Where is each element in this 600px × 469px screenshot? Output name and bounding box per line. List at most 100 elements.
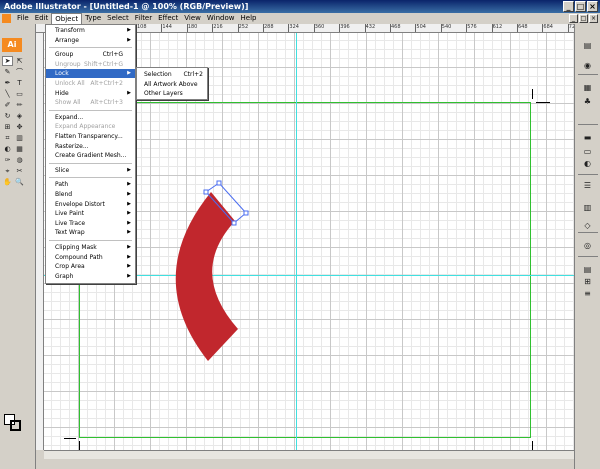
stroke-swatch[interactable] [10,420,21,431]
doc-close-button[interactable]: × [589,14,598,23]
rectangle-tool-icon[interactable]: ▭ [14,89,25,99]
lock-submenu-item-other-layers[interactable]: Other Layers [137,89,207,98]
direct-selection-tool-icon[interactable]: ⇱ [14,56,25,66]
object-menu-item-live-paint[interactable]: Live Paint ▶ [46,209,135,218]
selection-handle[interactable] [243,210,249,216]
blend-tool-icon[interactable]: ◍ [14,155,25,165]
symbols-panel-icon[interactable]: ♣ [582,96,593,107]
menu-window[interactable]: Window [204,13,238,24]
gradient-tool-icon[interactable]: ◐ [2,144,13,154]
paintbrush-tool-icon[interactable]: ✐ [2,100,13,110]
zoom-tool-icon[interactable]: 🔍 [14,177,25,187]
menu-view[interactable]: View [181,13,204,24]
lock-submenu: Selection Ctrl+2 All Artwork Above Other La… [136,67,208,100]
type-tool-icon[interactable]: T [14,78,25,88]
object-menu-item-compound-path[interactable]: Compound Path ▶ [46,253,135,262]
menu-effect[interactable]: Effect [155,13,181,24]
selection-tool-icon[interactable]: ➤ [2,56,13,66]
menu-help[interactable]: Help [238,13,260,24]
object-menu-item-create-gradient-mesh[interactable]: Create Gradient Mesh... [46,151,135,160]
gradient-panel-icon[interactable]: ▭ [582,146,593,157]
submenu-arrow-icon: ▶ [127,210,131,217]
submenu-arrow-icon: ▶ [127,191,131,197]
symbol-sprayer-tool-icon[interactable]: ✥ [14,122,25,132]
brushes-panel-icon[interactable]: ▤ [582,264,593,275]
pen-tool-icon[interactable]: ✒ [2,78,13,88]
menu-select[interactable]: Select [104,13,132,24]
object-menu-item-envelope-distort[interactable]: Envelope Distort ▶ [46,200,135,209]
menu-object[interactable]: Object [51,12,83,25]
object-menu-item-live-trace[interactable]: Live Trace ▶ [46,219,135,228]
appearance-panel-icon[interactable]: ◉ [582,60,593,71]
object-menu-item-expand[interactable]: Expand... [46,113,135,122]
panel-separator [578,74,598,75]
warp-tool-icon[interactable]: ◈ [14,111,25,121]
object-menu-item-crop-area[interactable]: Crop Area ▶ [46,262,135,271]
lasso-tool-icon[interactable]: ⌒ [14,67,25,77]
pencil-tool-icon[interactable]: ✏ [14,100,25,110]
doc-minimize-button[interactable]: _ [569,14,578,23]
graph-tool-icon[interactable]: ⌗ [2,133,13,143]
transparency-panel-icon[interactable]: ◐ [582,158,593,169]
magic-wand-tool-icon[interactable]: ✎ [2,67,13,77]
submenu-arrow-icon: ▶ [127,244,131,250]
navigator-panel-icon[interactable]: ≡ [582,288,593,299]
object-menu-item-hide[interactable]: Hide ▶ [46,89,135,98]
ruler-tick [567,24,569,32]
swatches-panel-icon[interactable]: ▦ [582,82,593,93]
object-menu-item-blend[interactable]: Blend ▶ [46,190,135,199]
object-menu-item-flatten-transparency[interactable]: Flatten Transparency... [46,132,135,141]
menu-edit[interactable]: Edit [32,13,52,24]
menu-item-label: Show All [55,99,81,107]
menu-separator [49,177,132,179]
vertical-ruler[interactable] [36,33,44,450]
object-menu-item-text-wrap[interactable]: Text Wrap ▶ [46,228,135,237]
object-menu-item-rasterize[interactable]: Rasterize... [46,142,135,151]
align-panel-icon[interactable]: ☰ [582,180,593,191]
pathfinder-panel-icon[interactable]: ◇ [582,220,593,231]
transform-panel-icon[interactable]: ▥ [582,202,593,213]
eyedropper-tool-icon[interactable]: ✑ [2,155,13,165]
menu-file[interactable]: File [14,13,32,24]
lock-submenu-item-selection[interactable]: Selection Ctrl+2 [137,70,207,79]
live-paint-tool-icon[interactable]: ▦ [14,144,25,154]
ruler-tick [136,24,137,32]
illustrator-logo: Ai [2,38,22,52]
mesh-tool-icon[interactable]: ▥ [14,133,25,143]
menu-type[interactable]: Type [82,13,104,24]
selection-handle[interactable] [231,220,237,226]
lock-submenu-item-all-artwork-above[interactable]: All Artwork Above [137,80,207,89]
color-panel-icon[interactable]: ◎ [582,240,593,251]
layers-panel-icon[interactable]: ▤ [582,40,593,51]
object-menu-item-graph[interactable]: Graph ▶ [46,272,135,281]
selection-handle[interactable] [203,189,209,195]
object-menu-item-clipping-mask[interactable]: Clipping Mask ▶ [46,243,135,252]
object-menu-item-transform[interactable]: Transform ▶ [46,26,135,35]
object-menu-item-group[interactable]: Group Ctrl+G [46,50,135,59]
panel-separator [578,174,598,175]
object-menu-item-path[interactable]: Path ▶ [46,180,135,189]
hand-tool-icon[interactable]: ✋ [2,177,13,187]
slice-tool-icon[interactable]: ⌖ [2,166,13,176]
menu-filter[interactable]: Filter [132,13,155,24]
doc-restore-button[interactable]: □ [579,14,588,23]
object-menu-item-arrange[interactable]: Arrange ▶ [46,36,135,45]
close-button[interactable]: × [587,1,598,12]
object-menu-item-slice[interactable]: Slice ▶ [46,166,135,175]
scissors-tool-icon[interactable]: ✂ [14,166,25,176]
rotate-tool-icon[interactable]: ↻ [2,111,13,121]
window-controls: _ □ × [563,1,598,12]
object-menu-item-lock[interactable]: Lock ▶ [46,69,135,79]
menu-item-label: Slice [55,166,70,174]
app-icon[interactable] [2,14,11,23]
ruler-tick [186,24,188,32]
minimize-button[interactable]: _ [563,1,574,12]
graphic-styles-panel-icon[interactable]: ⊞ [582,276,593,287]
menu-item-label: Clipping Mask [55,244,97,251]
selection-handle[interactable] [216,180,222,186]
maximize-button[interactable]: □ [575,1,586,12]
free-transform-tool-icon[interactable]: ⊞ [2,122,13,132]
horizontal-scrollbar[interactable] [44,450,574,459]
stroke-panel-icon[interactable]: ▬ [582,132,593,143]
line-tool-icon[interactable]: ╲ [2,89,13,99]
